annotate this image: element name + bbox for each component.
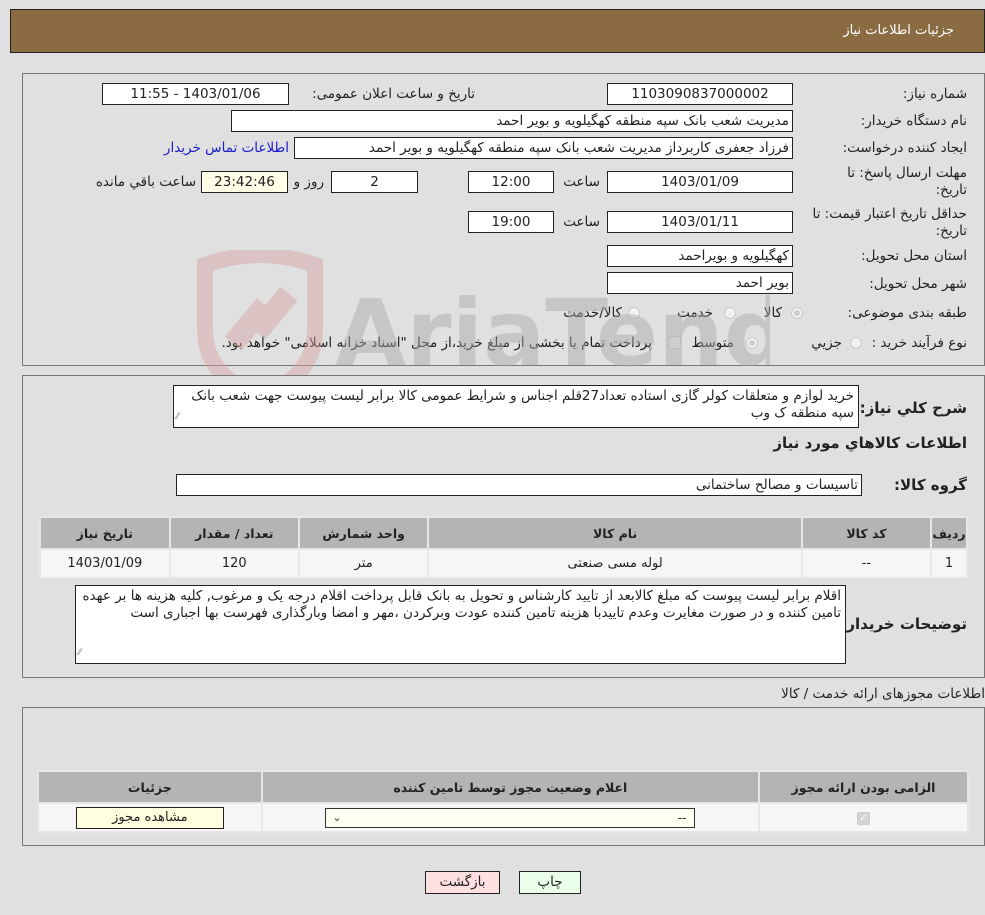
- col-permit-status: اعلام وضعیت مجوز توسط تامین کننده: [260, 770, 761, 804]
- col-unit: واحد شمارش: [297, 516, 430, 550]
- col-goods-name: نام کالا: [427, 516, 803, 550]
- payment-note: پرداخت تمام یا بخشی از مبلغ خرید،از محل …: [221, 335, 652, 351]
- cell-need-date: 1403/01/09: [39, 548, 171, 579]
- page-title: جزئیات اطلاعات نیاز: [843, 23, 954, 38]
- price-validity-time-field: 19:00: [468, 211, 554, 233]
- category-radio-service[interactable]: [724, 307, 736, 319]
- response-deadline-label: مهلت ارسال پاسخ: تا: [847, 165, 967, 181]
- need-number-field: 1103090837000002: [607, 83, 793, 105]
- payment-note-rest: "اسناد خزانه اسلامی" خواهد بود.: [221, 335, 407, 351]
- process-option-minor: جزيي: [811, 335, 842, 351]
- days-and-label: روز و: [293, 174, 324, 190]
- payment-note-prefix: پرداخت تمام یا بخشی از مبلغ خرید،از محل: [411, 335, 652, 351]
- category-label: طبقه بندی موضوعی:: [847, 305, 967, 321]
- back-button[interactable]: بازگشت: [425, 871, 500, 894]
- category-option-goods: کالا: [763, 305, 782, 321]
- response-time-label: ساعت: [563, 174, 600, 190]
- permit-status-select[interactable]: -- ⌄: [325, 807, 696, 828]
- goods-table: رديف کد کالا نام کالا واحد شمارش تعداد /…: [39, 516, 968, 579]
- announce-date-field: 1403/01/06 - 11:55: [102, 83, 289, 105]
- buyer-notes-label: توضیحات خریدار:: [840, 615, 967, 633]
- resize-grip-icon[interactable]: ⁄⁄: [176, 409, 179, 426]
- remaining-time-field: 23:42:46: [201, 171, 288, 193]
- col-permit-required: الزامی بودن ارائه مجوز: [758, 770, 969, 804]
- col-quantity: تعداد / مقدار: [168, 516, 300, 550]
- resize-grip-icon[interactable]: ⁄⁄: [78, 645, 81, 662]
- goods-table-header: رديف کد کالا نام کالا واحد شمارش تعداد /…: [39, 516, 968, 550]
- need-number-label: شماره نیاز:: [902, 86, 967, 102]
- response-date-field: 1403/01/09: [607, 171, 793, 193]
- view-permit-button[interactable]: مشاهده مجوز: [75, 806, 224, 829]
- description-label: شرح کلي نياز:: [859, 399, 967, 417]
- permit-row: ✓ -- ⌄ مشاهده مجوز: [37, 802, 969, 833]
- response-time-field: 12:00: [468, 171, 554, 193]
- col-row-number: رديف: [930, 516, 968, 550]
- province-field: کهگیلویه و بویراحمد: [607, 245, 793, 267]
- price-validity-label: حداقل تاریخ اعتبار قیمت: تا: [812, 206, 967, 222]
- goods-group-label: گروه کالا:: [894, 476, 967, 494]
- permits-table-header: الزامی بودن ارائه مجوز اعلام وضعیت مجوز …: [37, 770, 969, 804]
- description-text: خرید لوازم و متعلقات کولر گازی استاده تع…: [191, 388, 854, 421]
- buyer-contact-link[interactable]: اطلاعات تماس خریدار: [164, 140, 289, 156]
- col-goods-code: کد کالا: [800, 516, 933, 550]
- buyer-org-field: مدیریت شعب بانک سپه منطقه کهگیلویه و بوی…: [231, 110, 793, 132]
- permit-status-value: --: [677, 810, 687, 825]
- cell-unit: متر: [297, 548, 430, 579]
- city-label: شهر محل تحویل:: [869, 276, 967, 292]
- col-need-date: تاريخ نياز: [39, 516, 171, 550]
- treasury-payment-checkbox[interactable]: [668, 336, 681, 349]
- permit-required-checkbox: ✓: [857, 812, 870, 825]
- category-radio-goods-service[interactable]: [628, 307, 640, 319]
- goods-group-field: تاسیسات و مصالح ساختمانی: [176, 474, 862, 496]
- province-label: استان محل تحویل:: [861, 248, 967, 264]
- price-validity-date-field: 1403/01/11: [607, 211, 793, 233]
- process-label: نوع فرآیند خرید :: [871, 335, 967, 351]
- cell-goods-code: --: [800, 548, 933, 579]
- description-textarea[interactable]: خرید لوازم و متعلقات کولر گازی استاده تع…: [173, 385, 859, 428]
- response-deadline-label-2: تاریخ:: [935, 182, 967, 198]
- process-option-medium: متوسط: [691, 335, 734, 351]
- category-option-goods-service: کالا/خدمت: [563, 305, 622, 321]
- col-permit-details: جزئیات: [37, 770, 263, 804]
- permits-section-title: اطلاعات مجوزهای ارائه خدمت / کالا: [781, 686, 985, 702]
- buyer-notes-text: اقلام برابر لیست پیوست که مبلغ کالابعد ا…: [82, 588, 841, 621]
- table-row: 1 -- لوله مسی صنعتی متر 120 1403/01/09: [39, 548, 968, 579]
- cell-row-number: 1: [930, 548, 968, 579]
- process-radio-medium[interactable]: [746, 337, 758, 349]
- creator-label: ایجاد کننده درخواست:: [842, 140, 967, 156]
- process-radio-minor[interactable]: [850, 337, 862, 349]
- buyer-notes-textarea[interactable]: اقلام برابر لیست پیوست که مبلغ کالابعد ا…: [75, 585, 846, 664]
- category-option-service: خدمت: [677, 305, 713, 321]
- cell-quantity: 120: [168, 548, 300, 579]
- category-radio-goods[interactable]: [791, 307, 803, 319]
- announce-date-label: تاریخ و ساعت اعلان عمومی:: [312, 86, 475, 102]
- print-button[interactable]: چاپ: [519, 871, 581, 894]
- creator-field: فرزاد جعفری کاربرداز مدیریت شعب بانک سپه…: [294, 137, 793, 159]
- price-validity-label-2: تاریخ:: [935, 223, 967, 239]
- goods-info-title: اطلاعات کالاهاي مورد نياز: [773, 434, 967, 452]
- city-field: بویر احمد: [607, 272, 793, 294]
- cell-goods-name: لوله مسی صنعتی: [427, 548, 803, 579]
- permits-table: الزامی بودن ارائه مجوز اعلام وضعیت مجوز …: [37, 770, 969, 833]
- page-header: جزئیات اطلاعات نیاز: [10, 9, 985, 53]
- chevron-down-icon: ⌄: [332, 810, 342, 824]
- remaining-days-field: 2: [331, 171, 418, 193]
- remaining-time-label: ساعت باقي مانده: [95, 174, 196, 190]
- price-validity-time-label: ساعت: [563, 214, 600, 230]
- buyer-org-label: نام دستگاه خریدار:: [860, 113, 967, 129]
